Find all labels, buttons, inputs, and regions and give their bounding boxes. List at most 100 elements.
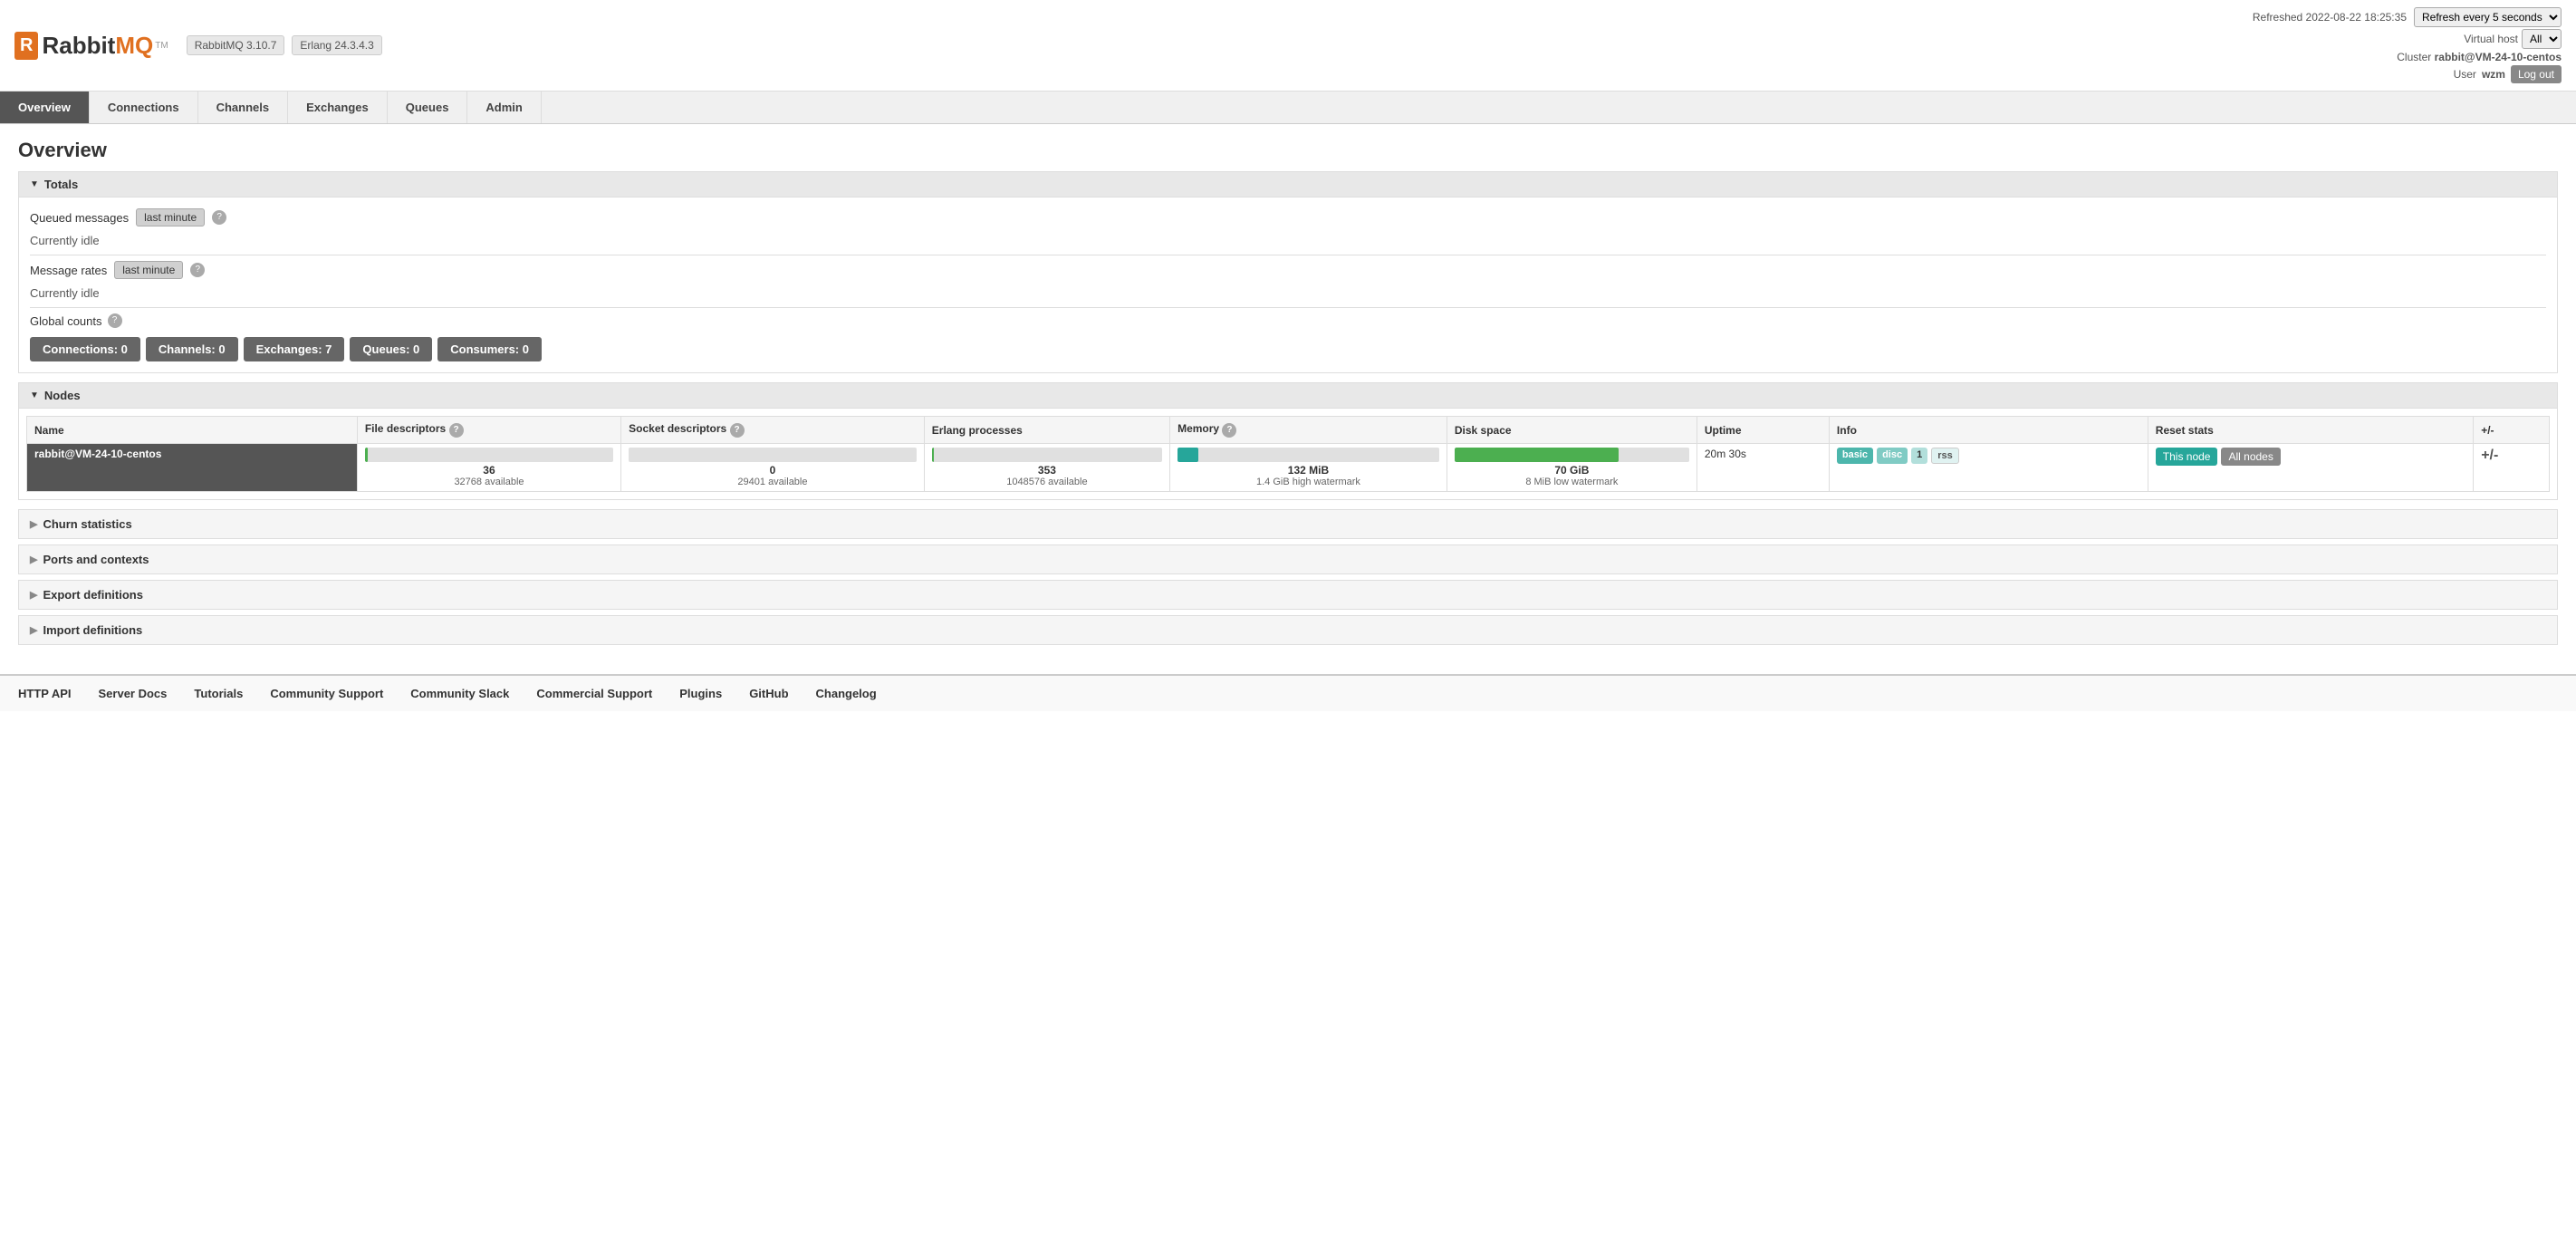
vhost-select[interactable]: All (2522, 29, 2562, 49)
nav-item-queues[interactable]: Queues (388, 92, 468, 123)
info-badge-basic[interactable]: basic (1837, 448, 1873, 464)
churn-section: ▶ Churn statistics (18, 509, 2558, 539)
file-desc-value: 36 (365, 464, 613, 477)
vhost-label: Virtual host (2464, 33, 2518, 45)
export-arrow-icon: ▶ (30, 589, 37, 601)
socket-desc-value: 0 (629, 464, 917, 477)
nav-item-connections[interactable]: Connections (90, 92, 198, 123)
erlang-proc-bar-fill (932, 448, 935, 462)
import-label: Import definitions (43, 623, 142, 637)
socket-desc-help-icon[interactable]: ? (730, 423, 745, 438)
nav-item-channels[interactable]: Channels (198, 92, 289, 123)
logo: R RabbitMQTM (14, 32, 168, 60)
table-row: rabbit@VM-24-10-centos 36 32768 availabl… (27, 444, 2550, 492)
nav-item-admin[interactable]: Admin (467, 92, 541, 123)
logout-button[interactable]: Log out (2511, 65, 2562, 83)
footer-link-plugins[interactable]: Plugins (679, 687, 722, 700)
disk-space-value: 70 GiB (1455, 464, 1689, 477)
ports-label: Ports and contexts (43, 553, 149, 566)
import-section: ▶ Import definitions (18, 615, 2558, 645)
col-disk-space: Disk space (1447, 417, 1697, 444)
nodes-section-header[interactable]: ▼ Nodes (19, 383, 2557, 409)
col-memory: Memory ? (1170, 417, 1447, 444)
info-badge-disc[interactable]: disc (1877, 448, 1908, 464)
queues-count-btn[interactable]: Queues: 0 (350, 337, 432, 361)
nodes-table-header-row: Name File descriptors ? Socket descripto… (27, 417, 2550, 444)
reset-all-nodes-button[interactable]: All nodes (2221, 448, 2280, 466)
reset-btns: This node All nodes (2156, 448, 2465, 466)
message-rates-help-icon[interactable]: ? (190, 263, 205, 277)
footer-link-community-support[interactable]: Community Support (270, 687, 383, 700)
footer-link-server-docs[interactable]: Server Docs (99, 687, 168, 700)
global-counts-help-icon[interactable]: ? (108, 313, 122, 328)
file-desc-help-icon[interactable]: ? (449, 423, 464, 438)
footer-link-community-slack[interactable]: Community Slack (410, 687, 509, 700)
export-header[interactable]: ▶ Export definitions (19, 581, 2557, 609)
info-badge-num[interactable]: 1 (1911, 448, 1927, 464)
disk-space-bar-fill (1455, 448, 1619, 462)
nav: Overview Connections Channels Exchanges … (0, 92, 2576, 124)
nav-item-overview[interactable]: Overview (0, 92, 90, 123)
footer-link-commercial-support[interactable]: Commercial Support (536, 687, 652, 700)
footer-link-tutorials[interactable]: Tutorials (194, 687, 243, 700)
col-socket-desc: Socket descriptors ? (621, 417, 925, 444)
memory-cell: 132 MiB 1.4 GiB high watermark (1170, 444, 1447, 492)
nodes-label: Nodes (44, 389, 81, 402)
user-row: User wzm Log out (2253, 65, 2562, 83)
info-badge-rss[interactable]: rss (1931, 448, 1959, 464)
refreshed-label: Refreshed 2022-08-22 18:25:35 (2253, 11, 2407, 24)
uptime-cell: 20m 30s (1697, 444, 1829, 492)
user-label: User (2454, 68, 2476, 81)
memory-bar-fill (1177, 448, 1198, 462)
import-arrow-icon: ▶ (30, 624, 37, 636)
footer-link-changelog[interactable]: Changelog (816, 687, 877, 700)
disk-space-cell: 70 GiB 8 MiB low watermark (1447, 444, 1697, 492)
plus-minus-cell: +/- (2474, 444, 2550, 492)
queued-messages-help-icon[interactable]: ? (212, 210, 226, 225)
plus-minus-icon[interactable]: +/- (2481, 448, 2498, 463)
header: R RabbitMQTM RabbitMQ 3.10.7 Erlang 24.3… (0, 0, 2576, 92)
logo-icon: R (14, 32, 38, 60)
erlang-proc-value: 353 (932, 464, 1162, 477)
col-name: Name (27, 417, 358, 444)
ports-header[interactable]: ▶ Ports and contexts (19, 545, 2557, 573)
totals-arrow-icon: ▼ (30, 179, 39, 189)
consumers-count-btn[interactable]: Consumers: 0 (437, 337, 542, 361)
header-right: Refreshed 2022-08-22 18:25:35 Refresh ev… (2253, 7, 2562, 83)
nav-item-exchanges[interactable]: Exchanges (288, 92, 388, 123)
message-rates-badge: last minute (114, 261, 183, 279)
logo-mq: MQ (115, 32, 153, 60)
file-desc-cell: 36 32768 available (357, 444, 620, 492)
footer-link-http-api[interactable]: HTTP API (18, 687, 72, 700)
refresh-select[interactable]: Refresh every 5 seconds (2414, 7, 2562, 27)
socket-desc-available: 29401 available (629, 477, 917, 487)
queued-idle-text: Currently idle (30, 234, 2546, 247)
global-counts-label: Global counts (30, 314, 102, 328)
connections-count-btn[interactable]: Connections: 0 (30, 337, 140, 361)
info-cell: basic disc 1 rss (1829, 444, 2148, 492)
export-label: Export definitions (43, 588, 143, 602)
totals-section: ▼ Totals Queued messages last minute ? C… (18, 171, 2558, 373)
message-rates-idle-text: Currently idle (30, 286, 2546, 300)
cluster-label: Cluster (2397, 51, 2431, 63)
churn-arrow-icon: ▶ (30, 518, 37, 530)
totals-section-header[interactable]: ▼ Totals (19, 172, 2557, 198)
reset-this-node-button[interactable]: This node (2156, 448, 2218, 466)
footer-link-github[interactable]: GitHub (749, 687, 788, 700)
col-info: Info (1829, 417, 2148, 444)
message-rates-label: Message rates (30, 264, 107, 277)
logo-rabbit: Rabbit (42, 32, 115, 60)
node-name-cell: rabbit@VM-24-10-centos (27, 444, 358, 492)
churn-label: Churn statistics (43, 517, 131, 531)
exchanges-count-btn[interactable]: Exchanges: 7 (244, 337, 345, 361)
churn-header[interactable]: ▶ Churn statistics (19, 510, 2557, 538)
erlang-proc-available: 1048576 available (932, 477, 1162, 487)
channels-count-btn[interactable]: Channels: 0 (146, 337, 238, 361)
erlang-proc-bar (932, 448, 1162, 462)
erlang-proc-cell: 353 1048576 available (924, 444, 1169, 492)
import-header[interactable]: ▶ Import definitions (19, 616, 2557, 644)
info-badges: basic disc 1 rss (1837, 448, 2140, 464)
disk-space-watermark: 8 MiB low watermark (1455, 477, 1689, 487)
memory-help-icon[interactable]: ? (1222, 423, 1236, 438)
memory-watermark: 1.4 GiB high watermark (1177, 477, 1439, 487)
